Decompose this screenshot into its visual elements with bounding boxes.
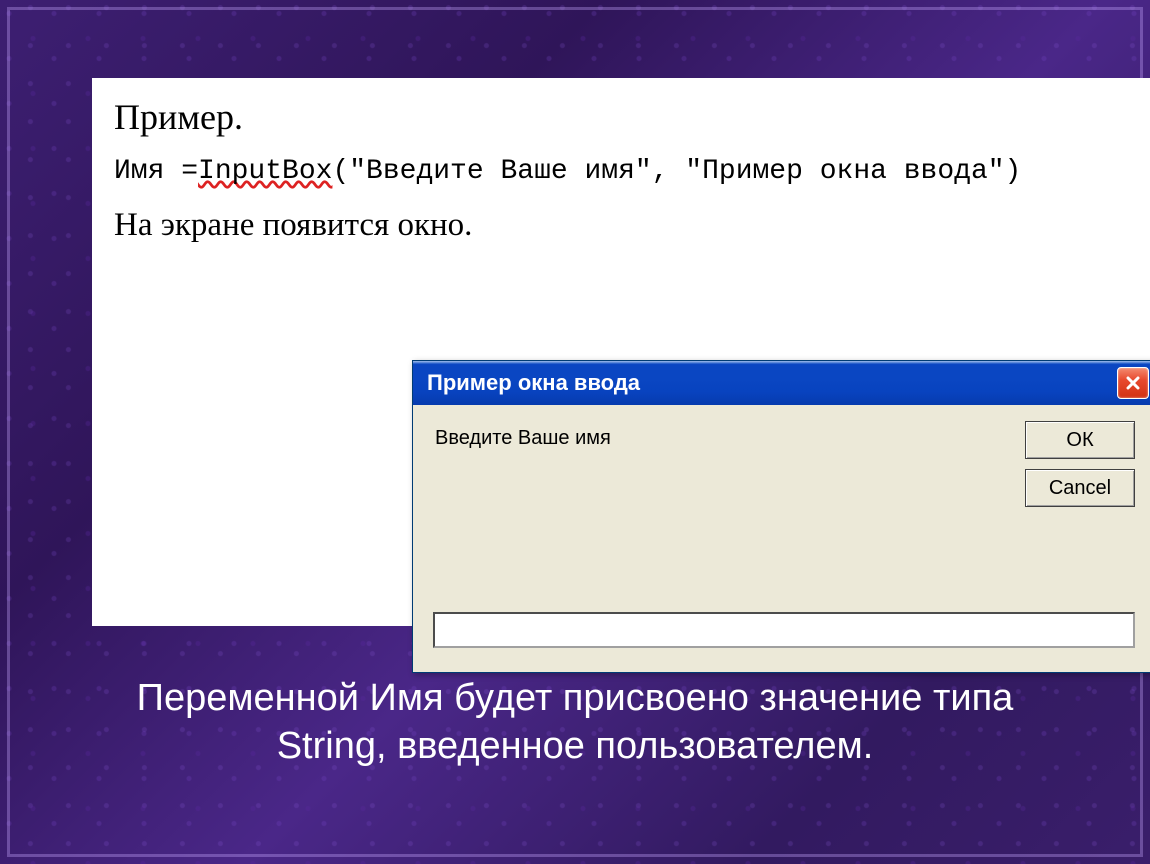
inputbox-dialog: Пример окна ввода Введите Ваше имя ОК Ca…: [412, 360, 1150, 673]
dialog-prompt: Введите Ваше имя: [435, 427, 611, 450]
dialog-button-group: ОК Cancel: [1025, 421, 1135, 507]
code-prefix: Имя =: [114, 156, 198, 187]
dialog-text-input[interactable]: [433, 612, 1135, 648]
close-button[interactable]: [1117, 367, 1149, 399]
code-function-name: InputBox: [198, 156, 332, 187]
ok-button[interactable]: ОК: [1025, 421, 1135, 459]
slide-caption: Переменной Имя будет присвоено значение …: [0, 675, 1150, 770]
dialog-body: Введите Ваше имя ОК Cancel: [413, 405, 1150, 672]
dialog-titlebar[interactable]: Пример окна ввода: [413, 361, 1150, 405]
close-icon: [1125, 375, 1141, 391]
example-heading: Пример.: [114, 96, 1128, 138]
dialog-title: Пример окна ввода: [427, 370, 1117, 396]
result-subheading: На экране появится окно.: [114, 207, 1128, 244]
code-rest: ("Введите Ваше имя", "Пример окна ввода"…: [332, 156, 1021, 187]
document-panel: Пример. Имя =InputBox("Введите Ваше имя"…: [92, 78, 1150, 626]
cancel-button[interactable]: Cancel: [1025, 469, 1135, 507]
code-line: Имя =InputBox("Введите Ваше имя", "Приме…: [114, 156, 1128, 187]
